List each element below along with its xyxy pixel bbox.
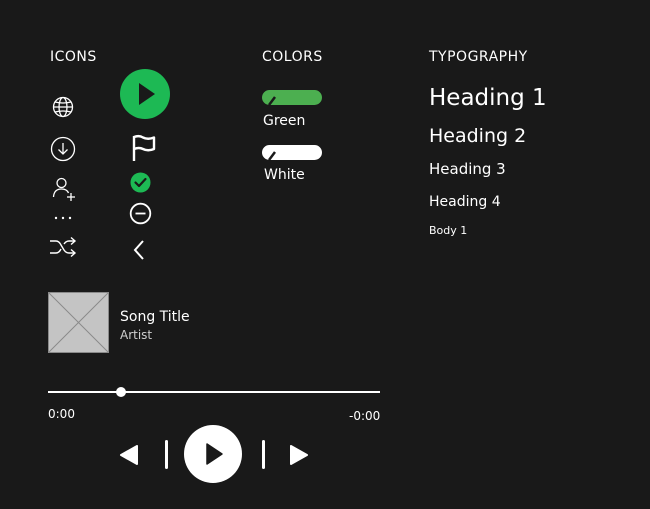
artist-name: Artist xyxy=(120,328,153,342)
song-title: Song Title xyxy=(120,309,190,325)
remaining-time: -0:00 xyxy=(349,409,381,423)
shuffle-icon[interactable] xyxy=(49,236,77,258)
previous-divider xyxy=(165,440,168,469)
progress-knob[interactable] xyxy=(116,387,127,397)
heading-3-sample: Heading 3 xyxy=(429,160,506,178)
heading-1-sample: Heading 1 xyxy=(429,85,547,111)
play-icon[interactable] xyxy=(120,69,170,119)
body-1-sample: Body 1 xyxy=(429,224,468,237)
typography-section-title: TYPOGRAPHY xyxy=(429,49,528,65)
flag-icon[interactable] xyxy=(130,134,158,162)
more-icon[interactable] xyxy=(53,214,73,222)
album-art-placeholder xyxy=(48,292,109,353)
next-divider xyxy=(262,440,265,469)
white-swatch-label: White xyxy=(264,167,305,183)
play-pause-button[interactable] xyxy=(183,424,243,484)
check-icon[interactable] xyxy=(130,172,151,193)
progress-track[interactable] xyxy=(48,387,380,397)
back-icon[interactable] xyxy=(131,239,147,261)
white-swatch xyxy=(262,145,322,161)
green-swatch-label: Green xyxy=(263,113,306,129)
icons-section-title: ICONS xyxy=(50,49,97,65)
green-swatch xyxy=(262,90,322,106)
elapsed-time: 0:00 xyxy=(48,407,75,421)
next-icon[interactable] xyxy=(288,445,310,465)
globe-icon[interactable] xyxy=(52,96,74,118)
add-user-icon[interactable] xyxy=(52,176,78,202)
colors-section-title: COLORS xyxy=(262,49,323,65)
previous-icon[interactable] xyxy=(118,445,140,465)
remove-icon[interactable] xyxy=(129,202,152,225)
download-icon[interactable] xyxy=(50,136,76,162)
heading-4-sample: Heading 4 xyxy=(429,194,501,210)
heading-2-sample: Heading 2 xyxy=(429,125,527,147)
